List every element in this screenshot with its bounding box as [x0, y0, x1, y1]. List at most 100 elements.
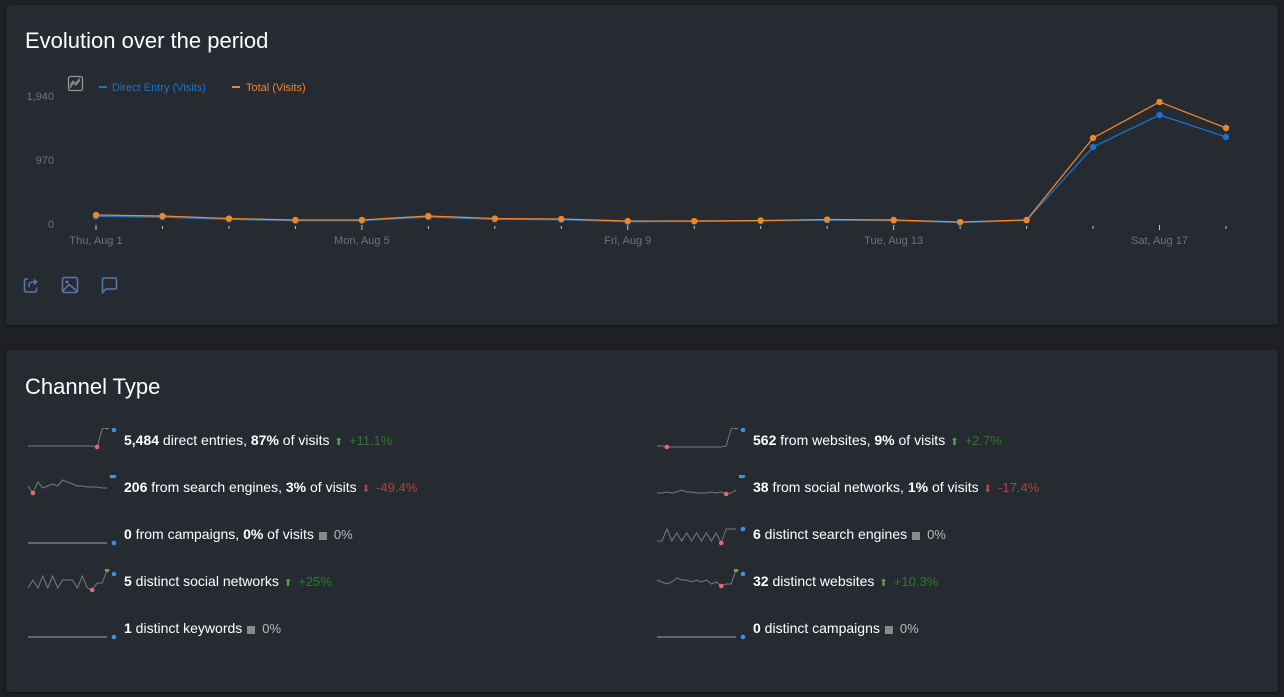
series-direct-entry [92, 111, 1230, 226]
y-tick-label: 970 [36, 155, 54, 167]
export-icon[interactable] [22, 276, 40, 294]
channel-row-text: 5,484 direct entries, 87% of visits [124, 432, 329, 448]
legend-item-direct-entry[interactable]: Direct Entry (Visits) [99, 82, 206, 94]
channel-row[interactable]: 1 distinct keywords 0% [26, 616, 281, 640]
arrow-up-icon: ⬆ [283, 577, 293, 589]
sparkline-last-dot [111, 571, 117, 577]
change-value: +25% [298, 573, 332, 589]
channel-row[interactable]: 5 distinct social networks ⬆ +25% [26, 569, 332, 593]
channel-row[interactable]: 0 from campaigns, 0% of visits 0% [26, 522, 353, 546]
metric-suffix: of visits [894, 432, 946, 448]
x-tick-label: Tue, Aug 13 [864, 235, 923, 247]
metric-label: from campaigns, [131, 526, 244, 542]
data-point[interactable] [1222, 133, 1230, 141]
data-point[interactable] [823, 216, 831, 223]
image-icon[interactable] [61, 276, 79, 294]
sparkline [657, 634, 746, 640]
sparkline-path [27, 479, 108, 495]
channel-row[interactable]: 6 distinct search engines 0% [655, 522, 946, 546]
x-tick-label: Mon, Aug 5 [334, 235, 390, 247]
trend-indicator: ⬇ -49.4% [362, 480, 418, 495]
metric-value: 0 [753, 620, 761, 636]
metric-value: 6 [753, 526, 761, 542]
data-point[interactable] [691, 217, 698, 225]
sparkline-last-dot [740, 428, 746, 433]
data-point[interactable] [1089, 134, 1097, 142]
metric-label: from websites, [776, 432, 875, 448]
data-point[interactable] [292, 216, 299, 224]
metric-value: 562 [753, 432, 777, 448]
data-point[interactable] [225, 215, 233, 222]
trend-indicator: ⬆ +11.1% [334, 433, 392, 448]
arrow-up-icon: ⬆ [334, 436, 343, 448]
sparkline [27, 475, 117, 496]
trend-indicator: 0% [247, 621, 281, 636]
sparkline-min-dot [30, 490, 36, 496]
chart-type-icon[interactable] [67, 75, 84, 92]
x-tick-label: Sat, Aug 17 [1131, 235, 1188, 247]
sparkline-path [657, 527, 737, 545]
legend-label-direct-entry: Direct Entry (Visits) [112, 82, 206, 94]
metric-value: 38 [753, 479, 769, 495]
sparkline-last-dot [111, 634, 117, 640]
data-point[interactable] [624, 217, 631, 225]
evolution-title: Evolution over the period [25, 28, 269, 53]
sparkline-min-dot [94, 444, 100, 450]
data-point[interactable] [1089, 143, 1097, 151]
metric-value: 0 [124, 526, 132, 542]
data-point[interactable] [1023, 216, 1030, 224]
metric-value: 5 [124, 573, 132, 589]
data-point[interactable] [159, 212, 166, 220]
sparkline-path [657, 428, 735, 448]
trend-indicator: 0% [912, 527, 946, 542]
trend-indicator: ⬆ +25% [284, 574, 332, 589]
sparkline-min-dot [89, 587, 95, 593]
arrow-down-icon: ⬇ [983, 483, 993, 495]
change-value: 0% [262, 620, 282, 636]
data-point[interactable] [92, 211, 100, 219]
channel-row[interactable]: 0 distinct campaigns 0% [655, 616, 919, 640]
data-point[interactable] [1156, 98, 1163, 106]
data-point[interactable] [890, 216, 897, 224]
channel-row[interactable]: 38 from social networks, 1% of visits ⬇ -1… [655, 475, 1039, 499]
data-point[interactable] [757, 217, 764, 224]
legend-item-total[interactable]: Total (Visits) [232, 82, 306, 94]
channel-row-text: 32 distinct websites [753, 573, 874, 589]
annotation-icon[interactable] [100, 276, 118, 295]
channel-row-text: 206 from search engines, 3% of visits [124, 479, 357, 495]
metric-value: 5,484 [124, 432, 160, 448]
channel-row[interactable]: 206 from search engines, 3% of visits ⬇ -4… [26, 475, 417, 499]
sparkline-last-dot [740, 571, 746, 577]
data-point[interactable] [491, 215, 499, 222]
metric-label: direct entries, [159, 432, 251, 448]
no-change-icon [247, 625, 256, 634]
sparkline-last-dot [740, 526, 746, 532]
sparkline [657, 526, 746, 546]
sparkline-max-dot [733, 569, 739, 573]
data-point[interactable] [358, 216, 366, 224]
metric-suffix: of visits [278, 432, 330, 448]
arrow-up-icon: ⬆ [879, 577, 888, 589]
data-point[interactable] [1156, 111, 1163, 119]
chart-legend: Direct Entry (Visits) Total (Visits) [67, 75, 306, 94]
metric-value: 1 [124, 620, 132, 636]
channel-row[interactable]: 32 distinct websites ⬆ +10.3% [655, 569, 938, 593]
channel-row-text: 0 from campaigns, 0% of visits [124, 526, 314, 542]
sparkline-max-dot [733, 428, 739, 430]
series-line [95, 114, 1227, 224]
data-point[interactable] [425, 212, 432, 220]
sparkline-last-dot [111, 428, 117, 433]
channel-row[interactable]: 5,484 direct entries, 87% of visits ⬆ +11.… [26, 428, 392, 452]
channel-type-title: Channel Type [25, 374, 161, 399]
metric-label: distinct social networks [131, 573, 279, 589]
data-point[interactable] [558, 215, 565, 223]
data-point[interactable] [956, 218, 964, 226]
channel-row-text: 5 distinct social networks [124, 573, 279, 589]
metric-suffix: of visits [263, 526, 314, 542]
change-value: +10.3% [893, 573, 939, 589]
y-tick-label: 0 [48, 219, 54, 231]
channel-row[interactable]: 562 from websites, 9% of visits ⬆ +2.7% [655, 428, 1002, 452]
y-tick-label: 1,940 [26, 91, 54, 103]
data-point[interactable] [1222, 124, 1230, 132]
sparkline [28, 634, 117, 640]
